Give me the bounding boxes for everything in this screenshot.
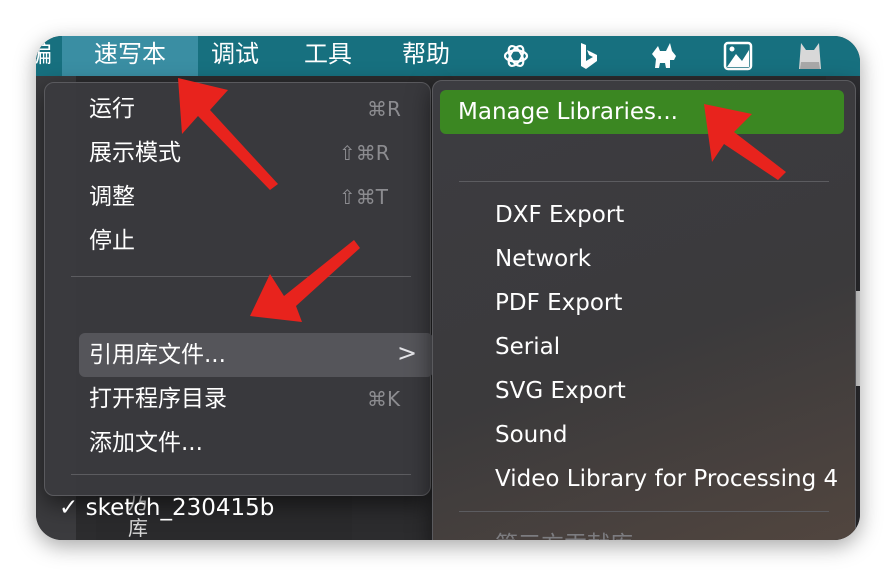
menu-item-stop[interactable]: 停止: [89, 224, 135, 258]
libraries-submenu: DXF Export Network PDF Export Serial SVG…: [432, 80, 856, 540]
image-icon[interactable]: [722, 40, 754, 72]
menubar-item-edit[interactable]: 编辑: [36, 36, 56, 76]
library-item-sound[interactable]: Sound: [495, 418, 567, 452]
menu-item-present[interactable]: 展示模式: [89, 136, 181, 170]
library-item-network[interactable]: Network: [495, 242, 591, 276]
menu-item-show-sketch-folder[interactable]: 打开程序目录: [89, 382, 227, 416]
menu-separator: [459, 181, 829, 182]
menubar-item-sketch[interactable]: 速写本: [62, 36, 198, 76]
bing-icon[interactable]: [572, 40, 604, 72]
library-item-serial[interactable]: Serial: [495, 330, 560, 364]
menubar-item-tools[interactable]: 工具: [304, 36, 352, 76]
menu-shortcut: ⇧⌘T: [339, 185, 388, 209]
menu-shortcut: ⌘K: [367, 387, 401, 411]
dog-icon[interactable]: [648, 40, 680, 72]
library-item-pdf-export[interactable]: PDF Export: [495, 286, 622, 320]
manage-libraries-label: Manage Libraries...: [458, 99, 678, 125]
contributed-libraries-header: 第三方贡献库: [495, 528, 633, 540]
menu-item-import-library[interactable]: 引用库文件...: [89, 338, 226, 372]
chevron-right-icon: >: [397, 339, 418, 367]
cat-icon[interactable]: [794, 40, 826, 72]
library-item-svg-export[interactable]: SVG Export: [495, 374, 626, 408]
menubar-item-debug[interactable]: 调试: [211, 36, 259, 76]
menu-shortcut: ⌘R: [367, 97, 401, 121]
menu-separator: [459, 511, 829, 512]
menu-separator: [71, 474, 411, 475]
manage-libraries-item[interactable]: Manage Libraries...: [440, 90, 844, 134]
editor-right-panel-edge: [856, 291, 860, 386]
menu-bar: 编辑 速写本 调试 工具 帮助: [36, 36, 860, 76]
menu-shortcut: ⇧⌘R: [339, 141, 390, 165]
menu-item-tweak[interactable]: 调整: [89, 180, 135, 214]
menu-separator: [71, 276, 411, 277]
checkmark-icon: ✓: [59, 495, 79, 521]
menu-item-run[interactable]: 运行: [89, 92, 135, 126]
menu-item-recent-sketch[interactable]: ✓ sketch_230415b: [59, 491, 274, 525]
menu-item-add-file[interactable]: 添加文件...: [89, 426, 203, 460]
openai-icon[interactable]: [500, 40, 532, 72]
sketch-menu: 运行 ⌘R 展示模式 ⇧⌘R 调整 ⇧⌘T 停止 引用库文件... > 打开程序…: [44, 82, 433, 521]
menubar-item-help[interactable]: 帮助: [402, 36, 450, 76]
library-item-video[interactable]: Video Library for Processing 4: [495, 462, 838, 496]
library-item-dxf-export[interactable]: DXF Export: [495, 198, 624, 232]
